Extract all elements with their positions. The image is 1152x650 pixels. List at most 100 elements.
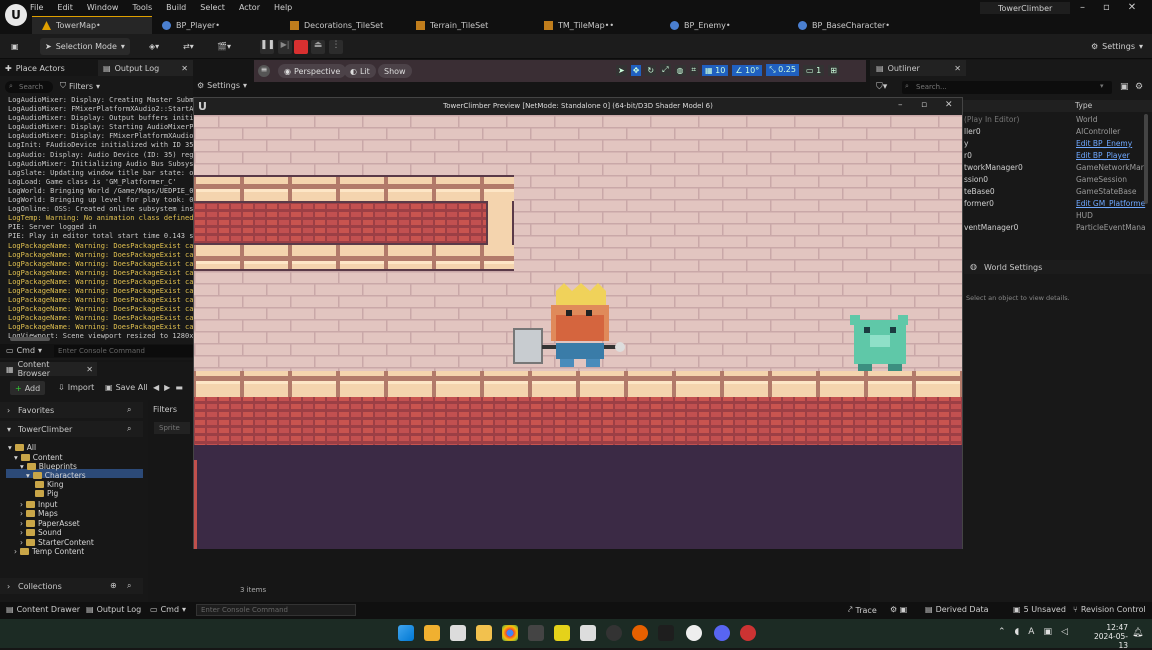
edit-blueprint-link[interactable]: Edit BP_Player: [1076, 151, 1130, 160]
tree-item-content[interactable]: ▾ Content: [14, 453, 63, 462]
tree-item-all[interactable]: ▾ All: [8, 443, 36, 452]
tab-bp-enemy[interactable]: BP_Enemy•: [660, 16, 788, 34]
maximize-icon[interactable]: ▫: [1103, 2, 1110, 13]
tree-item-characters[interactable]: ▾ Characters: [26, 471, 86, 480]
tree-item-blueprints[interactable]: ▾ Blueprints: [20, 462, 77, 471]
expand-arrow-icon[interactable]: ›: [14, 547, 17, 556]
minimize-icon[interactable]: –: [898, 100, 903, 110]
start-icon[interactable]: [398, 625, 414, 641]
tab-bp-player[interactable]: BP_Player•: [152, 16, 280, 34]
unreal-taskbar-icon[interactable]: [686, 625, 702, 641]
tree-item-sound[interactable]: › Sound: [20, 528, 62, 537]
tab-decorations-tileset[interactable]: Decorations_TileSet: [280, 16, 406, 34]
eject-icon[interactable]: ⏏: [311, 40, 325, 54]
expand-arrow-icon[interactable]: ›: [20, 538, 23, 547]
cinematics-icon[interactable]: 🎬▾: [212, 38, 236, 55]
close-icon[interactable]: ✕: [945, 100, 953, 110]
content-drawer-button[interactable]: ▤ Content Drawer: [6, 605, 80, 614]
close-tab-icon[interactable]: ✕: [181, 64, 188, 73]
log-search-input[interactable]: ⌕ Search: [5, 81, 53, 93]
blueprint-menu-icon[interactable]: ⇄▾: [178, 38, 199, 55]
output-log-button[interactable]: ▤ Output Log: [86, 605, 141, 614]
revision-control-button[interactable]: ⑂ Revision Control: [1073, 605, 1146, 614]
search-icon[interactable]: ⌕: [127, 424, 131, 434]
volume-icon[interactable]: ◁: [1061, 627, 1068, 637]
tab-towermap[interactable]: TowerMap•: [32, 16, 152, 34]
cmd-dropdown[interactable]: ▭ Cmd ▾: [6, 346, 42, 355]
tab-bp-basecharacter[interactable]: BP_BaseCharacter•: [788, 16, 918, 34]
filters-button[interactable]: ⛉ Filters ▾: [60, 81, 100, 91]
world-settings-tab[interactable]: ◍ World Settings: [964, 260, 1152, 274]
console-command-input[interactable]: Enter Console Command: [196, 604, 356, 616]
unreal-logo-icon[interactable]: U: [5, 4, 27, 26]
edit-blueprint-link[interactable]: Edit GM_Platforme: [1076, 199, 1145, 208]
favorites-header[interactable]: › Favorites ⌕: [0, 402, 143, 418]
close-icon[interactable]: ✕: [1128, 2, 1136, 13]
save-all-button[interactable]: ▣ Save All: [105, 383, 148, 392]
input-language[interactable]: A: [1028, 627, 1034, 637]
expand-arrow-icon[interactable]: ▾: [14, 453, 18, 462]
trace-button[interactable]: ⤤ Trace: [848, 605, 877, 615]
surface-snap-icon[interactable]: ⌗: [689, 64, 699, 76]
tab-outliner[interactable]: ▤ Outliner ✕: [870, 60, 966, 76]
game-window-titlebar[interactable]: U TowerClimber Preview [NetMode: Standal…: [194, 98, 962, 115]
chevron-up-icon[interactable]: ⌃: [998, 627, 1006, 637]
gear-icon[interactable]: ⚙: [1135, 82, 1143, 92]
log-settings-button[interactable]: ⚙ Settings ▾: [197, 81, 247, 90]
tab-place-actors[interactable]: ✚ Place Actors: [0, 60, 95, 76]
more-options-icon[interactable]: ⋮: [329, 40, 343, 54]
notepad-icon[interactable]: [528, 625, 544, 641]
project-header[interactable]: ▾ TowerClimber ⌕: [0, 421, 143, 437]
folder-icon[interactable]: ▬: [175, 383, 183, 392]
import-button[interactable]: ⇩ Import: [58, 383, 94, 392]
expand-arrow-icon[interactable]: ▾: [20, 462, 24, 471]
edit-blueprint-link[interactable]: Edit BP_Enemy: [1076, 139, 1132, 148]
stats-icon[interactable]: ⚙ ▣: [890, 605, 907, 614]
perspective-button[interactable]: ◉ Perspective: [278, 64, 347, 78]
github-icon[interactable]: [606, 625, 622, 641]
log-scrollbar[interactable]: [10, 337, 50, 341]
expand-arrow-icon[interactable]: ›: [20, 519, 23, 528]
expand-arrow-icon[interactable]: ▾: [26, 471, 30, 480]
menu-tools[interactable]: Tools: [132, 3, 152, 12]
expand-arrow-icon[interactable]: ›: [20, 500, 23, 509]
clock[interactable]: 12:47 2024-05-13: [1086, 623, 1128, 650]
unsaved-button[interactable]: ▣ 5 Unsaved: [1013, 605, 1066, 614]
tab-terrain-tileset[interactable]: Terrain_TileSet: [406, 16, 534, 34]
game-viewport[interactable]: [194, 115, 962, 549]
sprite-filter-chip[interactable]: Sprite: [154, 422, 190, 434]
tab-output-log[interactable]: ▤ Output Log ✕: [98, 60, 193, 76]
outliner-scrollbar[interactable]: [1144, 114, 1148, 204]
menu-edit[interactable]: Edit: [57, 3, 73, 12]
tab-content-browser[interactable]: ▦ Content Browser ✕: [0, 360, 97, 378]
minimize-icon[interactable]: –: [1080, 2, 1085, 13]
scale-snap-icon[interactable]: ⤡ 0.25: [766, 64, 799, 76]
menu-select[interactable]: Select: [200, 3, 225, 12]
cmd-dropdown[interactable]: ▭ Cmd ▾: [150, 605, 186, 614]
world-space-icon[interactable]: ◍: [674, 64, 686, 76]
outliner-search-input[interactable]: ⌕ Search... ▾: [902, 81, 1112, 94]
tab-tm-tilemap[interactable]: TM_TileMap••: [534, 16, 660, 34]
pause-icon[interactable]: ❚❚: [260, 40, 275, 54]
scale-tool-icon[interactable]: ⤢: [660, 64, 671, 76]
tree-item-maps[interactable]: › Maps: [20, 509, 58, 518]
maximize-icon[interactable]: ▫: [921, 100, 927, 110]
discord-icon[interactable]: [714, 625, 730, 641]
collections-header[interactable]: › Collections ⊕ ⌕: [0, 578, 143, 594]
column-type-header[interactable]: Type: [1075, 101, 1092, 110]
selection-mode-button[interactable]: ➤ Selection Mode ▾: [40, 38, 130, 55]
chat-icon[interactable]: [554, 625, 570, 641]
file-explorer-icon[interactable]: [476, 625, 492, 641]
back-icon[interactable]: ◀: [153, 383, 159, 392]
rotate-tool-icon[interactable]: ↻: [645, 64, 657, 76]
menu-help[interactable]: Help: [274, 3, 292, 12]
save-icon[interactable]: ▣: [6, 38, 24, 55]
task-view-icon[interactable]: [450, 625, 466, 641]
tree-item-pig[interactable]: Pig: [32, 489, 58, 498]
rotation-snap-icon[interactable]: ∠ 10°: [732, 64, 763, 76]
microphone-icon[interactable]: ◖: [1015, 627, 1020, 637]
tree-item-king[interactable]: King: [32, 480, 64, 489]
expand-arrow-icon[interactable]: ▾: [8, 443, 12, 452]
menu-window[interactable]: Window: [87, 3, 119, 12]
settings-button[interactable]: ⚙ Settings ▾: [1086, 38, 1148, 55]
